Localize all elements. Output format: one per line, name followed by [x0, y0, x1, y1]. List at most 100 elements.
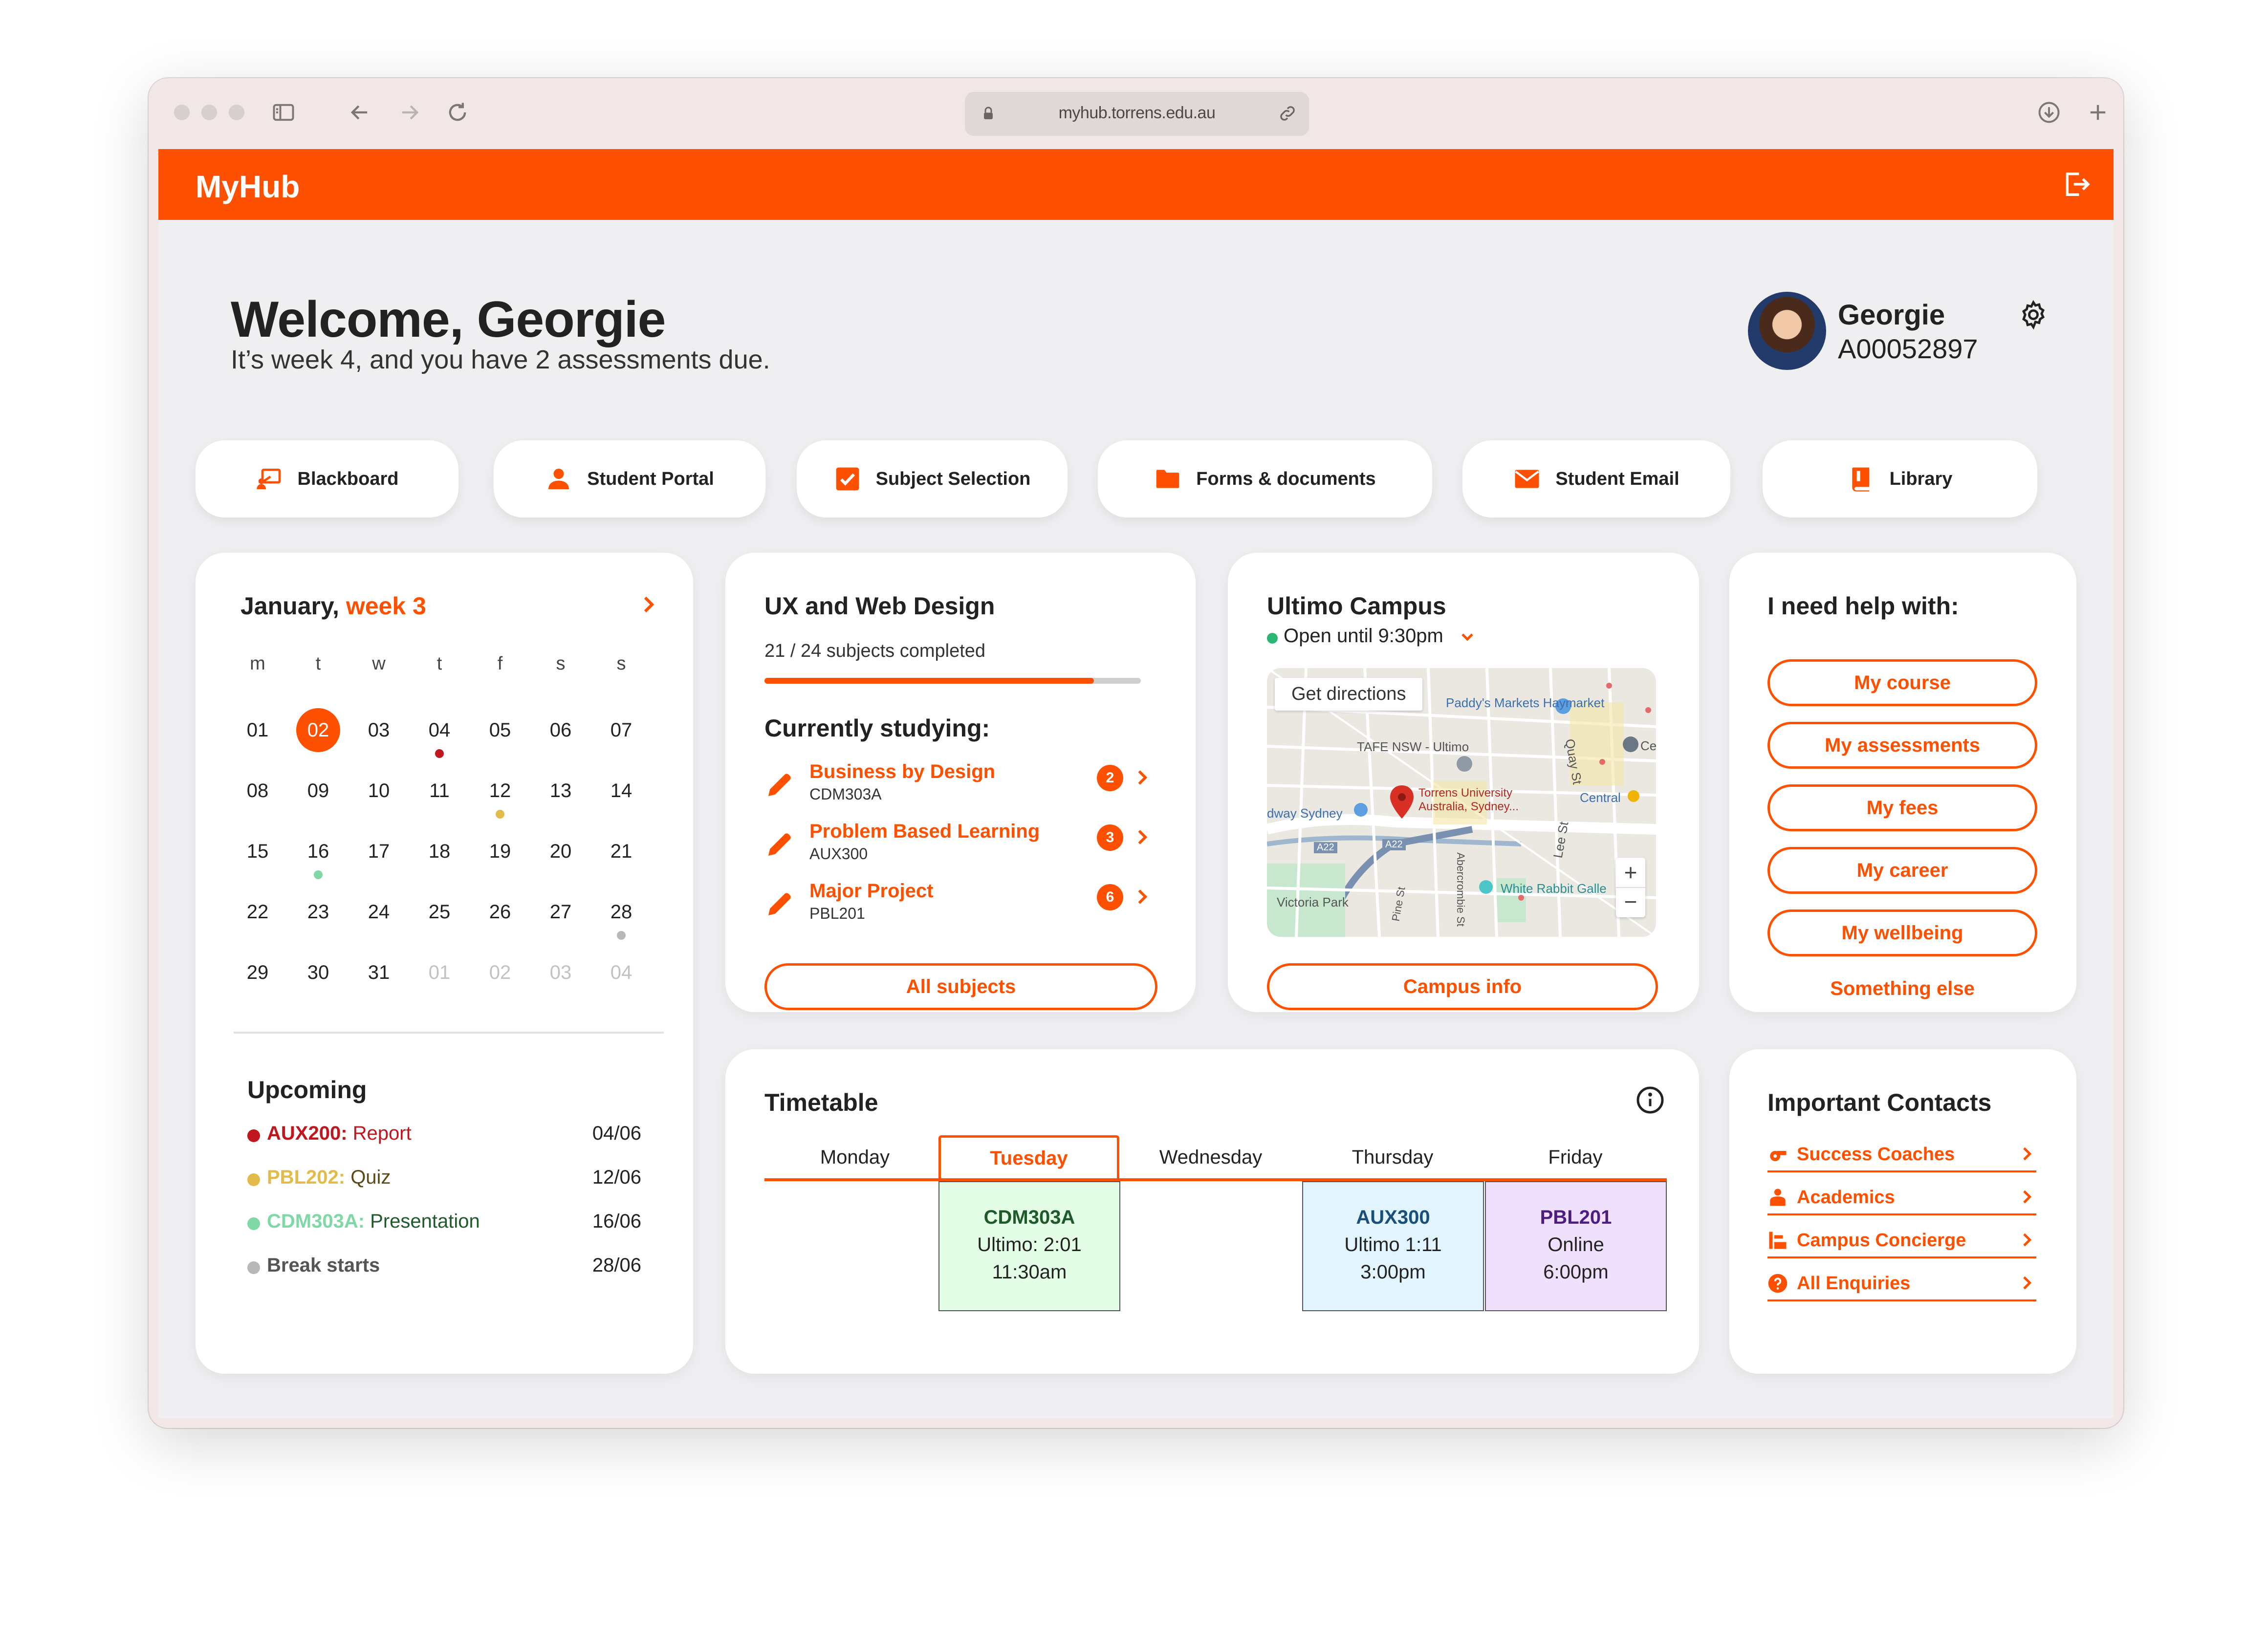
pencil-icon — [764, 888, 796, 919]
quick-link-student-email[interactable]: Student Email — [1462, 440, 1730, 518]
weekday-label: s — [616, 653, 626, 674]
calendar-day[interactable]: 08 — [236, 769, 280, 813]
help-button[interactable]: My career — [1767, 847, 2037, 894]
quick-link-library[interactable]: Library — [1763, 440, 2037, 518]
campus-map[interactable]: Paddy's Markets Haymarket TAFE NSW - Ult… — [1267, 668, 1656, 937]
subject-item[interactable]: Problem Based Learning AUX300 3 — [764, 821, 1156, 865]
calendar-day[interactable]: 03 — [357, 708, 401, 752]
calendar-day[interactable]: 22 — [236, 890, 280, 934]
calendar-day[interactable]: 24 — [357, 890, 401, 934]
calendar-day[interactable]: 04 — [417, 708, 461, 752]
timetable-day-tab[interactable]: Monday — [764, 1135, 945, 1179]
avatar[interactable] — [1748, 292, 1826, 370]
help-button[interactable]: My wellbeing — [1767, 909, 2037, 956]
timetable-day-tab[interactable]: Wednesday — [1120, 1135, 1301, 1179]
calendar-day[interactable]: 31 — [357, 951, 401, 995]
calendar-day[interactable]: 09 — [296, 769, 340, 813]
help-button[interactable]: My fees — [1767, 784, 2037, 831]
url-text[interactable]: myhub.torrens.edu.au — [965, 104, 1309, 123]
gear-icon[interactable] — [2018, 299, 2049, 330]
contact-link[interactable]: Success Coaches — [1767, 1141, 2036, 1172]
timetable-day-tab[interactable]: Thursday — [1302, 1135, 1483, 1179]
calendar-day[interactable]: 14 — [599, 769, 643, 813]
chevron-right-icon[interactable] — [636, 593, 660, 616]
all-subjects-button[interactable]: All subjects — [764, 963, 1157, 1010]
app-brand[interactable]: MyHub — [196, 169, 300, 205]
contact-link[interactable]: Academics — [1767, 1184, 2036, 1215]
timetable-class[interactable]: AUX300 Ultimo 1:11 3:00pm — [1302, 1181, 1484, 1311]
calendar-day[interactable]: 27 — [539, 890, 583, 934]
upcoming-item[interactable]: PBL202: Quiz 12/06 — [247, 1167, 641, 1196]
calendar-day[interactable]: 12 — [478, 769, 522, 813]
help-button[interactable]: My course — [1767, 659, 2037, 706]
something-else-link[interactable]: Something else — [1767, 978, 2037, 1000]
help-button[interactable]: My assessments — [1767, 722, 2037, 769]
logout-icon[interactable] — [2061, 169, 2092, 200]
calendar-day[interactable]: 23 — [296, 890, 340, 934]
upcoming-item[interactable]: AUX200: Report 04/06 — [247, 1123, 641, 1152]
window-controls[interactable] — [174, 105, 244, 120]
calendar-day[interactable]: 30 — [296, 951, 340, 995]
back-arrow-icon[interactable] — [347, 100, 372, 125]
calendar-day[interactable]: 21 — [599, 829, 643, 873]
calendar-day[interactable]: 15 — [236, 829, 280, 873]
calendar-day[interactable]: 26 — [478, 890, 522, 934]
subject-item[interactable]: Business by Design CDM303A 2 — [764, 761, 1156, 805]
sidebar-toggle-icon[interactable] — [271, 100, 296, 125]
contact-link[interactable]: All Enquiries — [1767, 1270, 2036, 1301]
calendar-day[interactable]: 02 — [296, 708, 340, 752]
link-icon[interactable] — [1278, 104, 1297, 123]
chevron-right-icon[interactable] — [1131, 826, 1153, 848]
quick-link-student-portal[interactable]: Student Portal — [494, 440, 765, 518]
calendar-day[interactable]: 13 — [539, 769, 583, 813]
calendar-day[interactable]: 07 — [599, 708, 643, 752]
calendar-day[interactable]: 05 — [478, 708, 522, 752]
calendar-day[interactable]: 01 — [236, 708, 280, 752]
chevron-down-icon[interactable] — [1458, 627, 1477, 647]
calendar-day[interactable]: 03 — [539, 951, 583, 995]
subject-item[interactable]: Major Project PBL201 6 — [764, 880, 1156, 924]
new-tab-icon[interactable] — [2085, 100, 2111, 125]
upcoming-item[interactable]: Break starts 28/06 — [247, 1255, 641, 1284]
quick-link-blackboard[interactable]: Blackboard — [196, 440, 458, 518]
timetable-day-tab[interactable]: Friday — [1485, 1135, 1666, 1179]
calendar-day[interactable]: 20 — [539, 829, 583, 873]
maximize-window-dot[interactable] — [229, 105, 244, 120]
calendar-day[interactable]: 28 — [599, 890, 643, 934]
calendar-day[interactable]: 25 — [417, 890, 461, 934]
calendar-day[interactable]: 17 — [357, 829, 401, 873]
calendar-day[interactable]: 10 — [357, 769, 401, 813]
timetable-class[interactable]: CDM303A Ultimo: 2:01 11:30am — [938, 1181, 1120, 1311]
calendar-day[interactable]: 01 — [417, 951, 461, 995]
myhub-app: MyHub Welcome, Georgie It’s week 4, and … — [158, 149, 2114, 1418]
calendar-day[interactable]: 02 — [478, 951, 522, 995]
upcoming-item[interactable]: CDM303A: Presentation 16/06 — [247, 1211, 641, 1240]
calendar-day[interactable]: 29 — [236, 951, 280, 995]
calendar-day[interactable]: 16 — [296, 829, 340, 873]
calendar-day[interactable]: 11 — [417, 769, 461, 813]
chevron-right-icon[interactable] — [1131, 886, 1153, 908]
quick-link-forms-documents[interactable]: Forms & documents — [1098, 440, 1432, 518]
close-window-dot[interactable] — [174, 105, 190, 120]
timetable-day-tab[interactable]: Tuesday — [938, 1135, 1119, 1179]
minimize-window-dot[interactable] — [201, 105, 217, 120]
timetable-class[interactable]: PBL201 Online 6:00pm — [1485, 1181, 1667, 1311]
download-icon[interactable] — [2036, 100, 2062, 125]
quick-link-subject-selection[interactable]: Subject Selection — [797, 440, 1068, 518]
calendar-day[interactable]: 18 — [417, 829, 461, 873]
zoom-in-button[interactable]: + — [1616, 858, 1645, 888]
map-label: dway Sydney — [1267, 806, 1343, 821]
contact-link[interactable]: Campus Concierge — [1767, 1227, 2036, 1258]
chevron-right-icon[interactable] — [1131, 767, 1153, 788]
calendar-day[interactable]: 19 — [478, 829, 522, 873]
campus-title: Ultimo Campus — [1267, 592, 1446, 620]
calendar-day[interactable]: 04 — [599, 951, 643, 995]
get-directions-button[interactable]: Get directions — [1275, 678, 1423, 711]
forward-arrow-icon[interactable] — [397, 100, 422, 125]
campus-info-button[interactable]: Campus info — [1267, 963, 1658, 1010]
zoom-out-button[interactable]: − — [1616, 888, 1645, 917]
calendar-day[interactable]: 06 — [539, 708, 583, 752]
address-bar[interactable]: myhub.torrens.edu.au — [965, 92, 1309, 136]
info-icon[interactable] — [1636, 1085, 1665, 1115]
reload-icon[interactable] — [445, 100, 470, 125]
